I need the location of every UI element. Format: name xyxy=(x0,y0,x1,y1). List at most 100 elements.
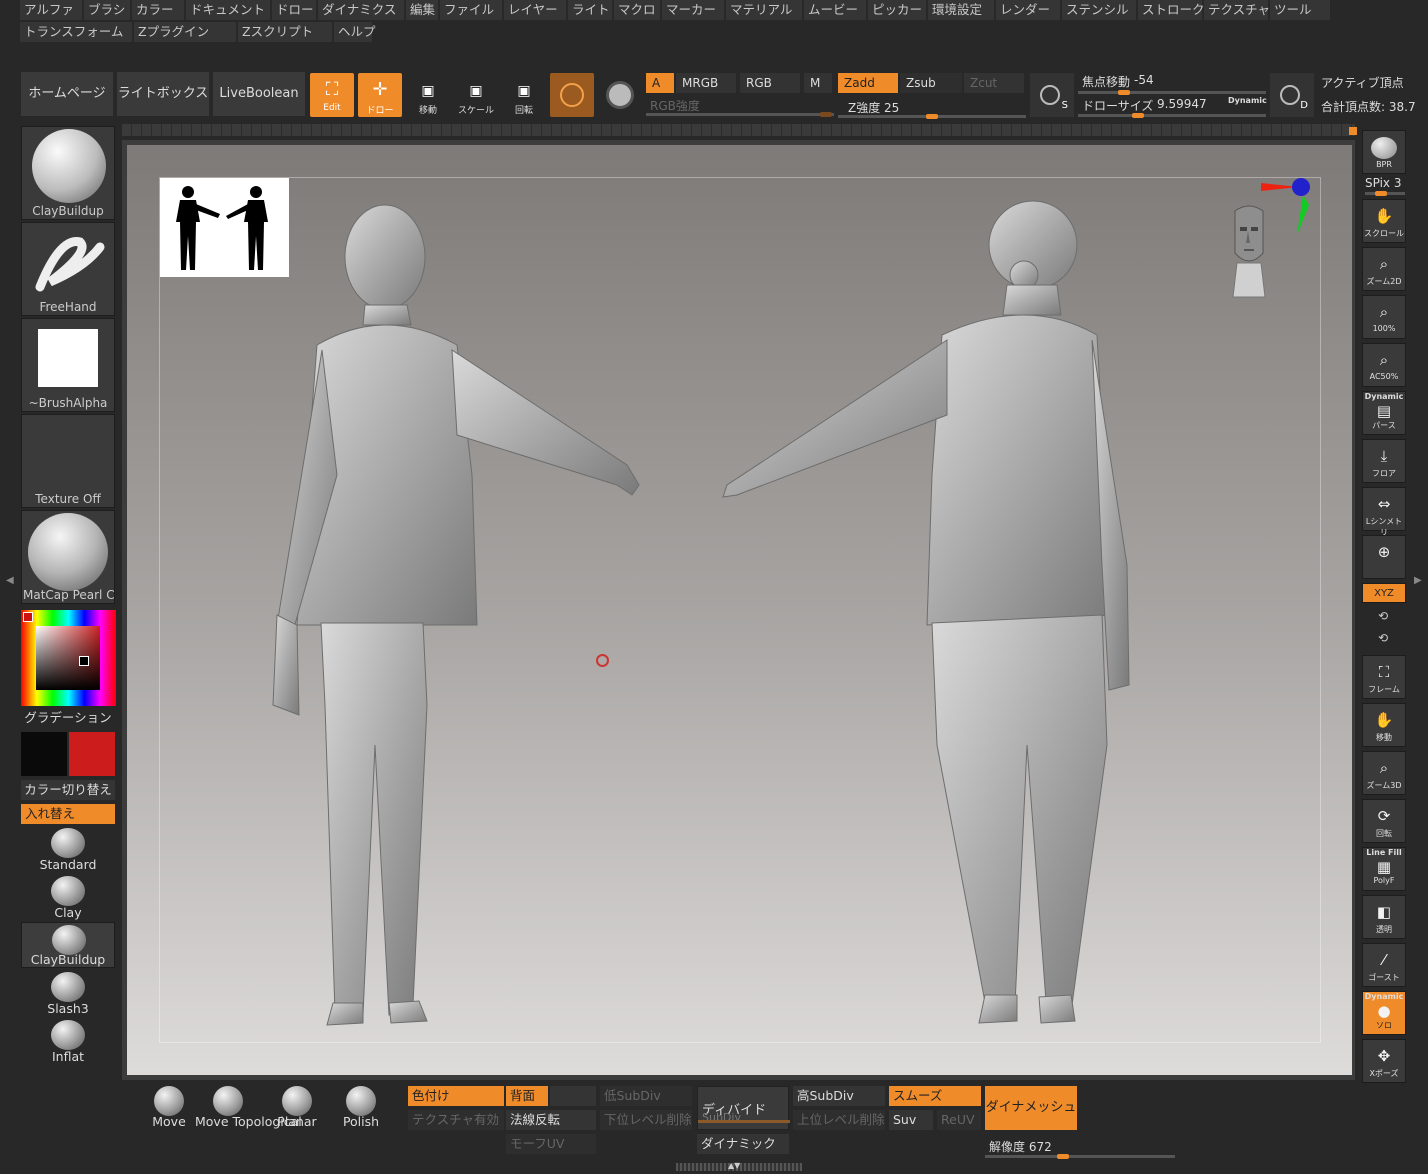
material-swatch-button[interactable] xyxy=(550,73,594,117)
zoom2d-button[interactable]: ⌕ ズーム2D xyxy=(1362,247,1406,291)
z-intensity-slider[interactable] xyxy=(838,114,1026,119)
stroke-tile[interactable]: FreeHand xyxy=(21,222,115,316)
morph-uv-button[interactable]: モーフUV xyxy=(506,1134,596,1154)
alpha-tile[interactable]: ~BrushAlpha xyxy=(21,318,115,412)
menu-item[interactable]: Zプラグイン xyxy=(134,22,236,42)
menu-item[interactable]: トランスフォーム xyxy=(20,22,132,42)
left-collapse-icon[interactable]: ◀ xyxy=(6,575,14,586)
menu-item[interactable]: ダイナミクス xyxy=(318,0,404,20)
zsub-toggle[interactable]: Zsub xyxy=(900,73,962,93)
resolution-slider[interactable] xyxy=(985,1154,1175,1159)
divide-button[interactable]: ディバイド SubDiv xyxy=(697,1086,790,1130)
backface-toggle[interactable]: 背面 xyxy=(506,1086,548,1106)
zadd-toggle[interactable]: Zadd xyxy=(838,73,898,93)
draw-size-slider[interactable] xyxy=(1078,113,1266,118)
sym-d-button[interactable]: D xyxy=(1270,73,1314,117)
menu-item[interactable]: ファイル xyxy=(440,0,502,20)
delete-lower-button[interactable]: 下位レベル削除 xyxy=(600,1110,692,1130)
smooth-toggle[interactable]: スムーズ xyxy=(889,1086,981,1106)
local-symmetry-button[interactable]: ⇔ Lシンメトリ xyxy=(1362,487,1406,537)
shelf-brush-item[interactable]: Move Topological xyxy=(195,1086,302,1132)
sculpt-model[interactable] xyxy=(127,145,1352,1075)
shelf-brush-item[interactable]: Planar xyxy=(274,1086,320,1132)
reuv-button[interactable]: ReUV xyxy=(937,1110,981,1130)
menu-item[interactable]: マテリアル xyxy=(726,0,802,20)
material-tile[interactable]: MatCap Pearl Ca xyxy=(21,510,115,604)
menu-item[interactable]: ドロー xyxy=(272,0,316,20)
brush-list-item[interactable]: ClayBuildup xyxy=(21,922,115,968)
ghost-button[interactable]: ⁄ ゴースト xyxy=(1362,943,1406,987)
m-toggle[interactable]: M xyxy=(804,73,832,93)
lower-subdiv-button[interactable]: 低SubDiv xyxy=(600,1086,692,1106)
color-picker[interactable] xyxy=(21,610,116,706)
lightbox-button[interactable]: ライトボックス xyxy=(117,72,209,116)
scroll-button[interactable]: ✋ スクロール xyxy=(1362,199,1406,243)
brush-list-item[interactable]: Standard xyxy=(21,826,115,872)
tray-toggle-icon[interactable]: ▲▼ xyxy=(728,1161,740,1170)
z-axis-rotate-icon[interactable]: ⟲ xyxy=(1378,631,1388,645)
hue-picker-handle[interactable] xyxy=(23,612,33,622)
y-axis-rotate-icon[interactable]: ⟲ xyxy=(1378,609,1388,623)
brush-list-item[interactable]: Inflat xyxy=(21,1018,115,1064)
menu-item[interactable]: テクスチャ xyxy=(1204,0,1270,20)
move-button[interactable]: ▣ 移動 xyxy=(406,73,450,117)
solo-button[interactable]: Dynamic ● ソロ xyxy=(1362,991,1406,1035)
xyz-rotate-toggle[interactable]: XYZ xyxy=(1362,583,1406,603)
frame-button[interactable]: ⛶ フレーム xyxy=(1362,655,1406,699)
edit-button[interactable]: ⛶ Edit xyxy=(310,73,354,117)
suv-button[interactable]: Suv xyxy=(889,1110,933,1130)
polyframe-button[interactable]: Line Fill ▦ PolyF xyxy=(1362,847,1406,891)
transparency-button[interactable]: ◧ 透明 xyxy=(1362,895,1406,939)
menu-item[interactable]: ストローク xyxy=(1138,0,1205,20)
scale-button[interactable]: ▣ スケール xyxy=(454,73,498,117)
menu-item[interactable]: マーカー xyxy=(662,0,724,20)
menu-item[interactable]: ブラシ xyxy=(84,0,130,20)
liveboolean-button[interactable]: LiveBoolean xyxy=(213,72,305,116)
aa-half-button[interactable]: ⌕ AC50% xyxy=(1362,343,1406,387)
subdiv-slider[interactable] xyxy=(698,1120,790,1123)
higher-subdiv-button[interactable]: 高SubDiv xyxy=(793,1086,885,1106)
dynamic-size-toggle[interactable]: Dynamic xyxy=(1228,96,1267,105)
rotate-button[interactable]: ▣ 回転 xyxy=(502,73,546,117)
rgb-intensity-slider[interactable] xyxy=(646,112,834,117)
document-canvas[interactable] xyxy=(127,145,1352,1075)
shelf-brush-item[interactable]: Polish xyxy=(338,1086,384,1132)
alternate-button[interactable]: 入れ替え xyxy=(21,804,115,824)
move-view-button[interactable]: ✋ 移動 xyxy=(1362,703,1406,747)
menu-item[interactable]: マクロ xyxy=(614,0,660,20)
texture-on-toggle[interactable]: テクスチャ有効 xyxy=(408,1110,504,1130)
mrgb-toggle[interactable]: MRGB xyxy=(676,73,736,93)
menu-item[interactable]: 環境設定 xyxy=(928,0,994,20)
right-collapse-icon[interactable]: ▶ xyxy=(1414,575,1422,586)
bpr-button[interactable]: BPR xyxy=(1362,130,1406,174)
current-brush-tile[interactable]: ClayBuildup xyxy=(21,126,115,220)
gradient-label[interactable]: グラデーション xyxy=(21,708,115,728)
floor-button[interactable]: ⤓ フロア xyxy=(1362,439,1406,483)
menu-item[interactable]: レイヤー xyxy=(504,0,566,20)
brush-list-item[interactable]: Slash3 xyxy=(21,970,115,1016)
texture-tile[interactable]: Texture Off xyxy=(21,414,115,508)
brush-list-item[interactable]: Clay xyxy=(21,874,115,920)
menu-item[interactable]: ステンシル xyxy=(1062,0,1136,20)
actual-size-button[interactable]: ⌕ 100% xyxy=(1362,295,1406,339)
lock-button[interactable]: ⊕ xyxy=(1362,535,1406,579)
xpose-button[interactable]: ✥ Xポーズ xyxy=(1362,1039,1406,1083)
menu-item[interactable]: 編集 xyxy=(406,0,438,20)
menu-item[interactable]: ムービー xyxy=(804,0,866,20)
focal-shift-slider[interactable] xyxy=(1078,90,1266,95)
shelf-brush-item[interactable]: Move xyxy=(146,1086,192,1132)
menu-item[interactable]: レンダー xyxy=(996,0,1060,20)
color-picker-handle[interactable] xyxy=(79,656,89,666)
perspective-button[interactable]: Dynamic ▤ パース xyxy=(1362,391,1406,435)
draw-button[interactable]: ✛ ドロー xyxy=(358,73,402,117)
spotlight-button[interactable] xyxy=(598,73,642,117)
menu-item[interactable]: ヘルプ xyxy=(334,22,376,42)
secondary-color-swatch[interactable] xyxy=(69,732,115,776)
primary-color-swatch[interactable] xyxy=(21,732,67,776)
a-toggle[interactable]: A xyxy=(646,73,674,93)
menu-item[interactable]: ピッカー xyxy=(868,0,926,20)
dynamesh-button[interactable]: ダイナメッシュ xyxy=(985,1086,1077,1130)
menu-item[interactable]: ツール xyxy=(1270,0,1330,20)
rgb-toggle[interactable]: RGB xyxy=(740,73,800,93)
menu-item[interactable]: カラー xyxy=(132,0,184,20)
